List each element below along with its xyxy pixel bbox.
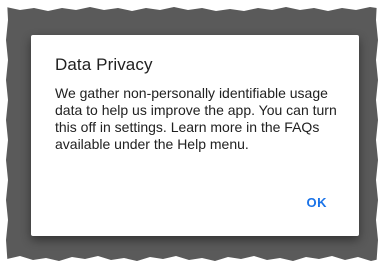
dialog-actions: OK bbox=[299, 189, 336, 216]
screenshot-canvas: Data Privacy We gather non-personally id… bbox=[0, 0, 384, 269]
torn-edge-top bbox=[0, 0, 384, 11]
dialog-title: Data Privacy bbox=[55, 55, 153, 74]
torn-edge-bottom bbox=[0, 256, 384, 269]
torn-edge-left bbox=[0, 0, 8, 269]
torn-edge-right bbox=[376, 0, 384, 269]
dialog-message: We gather non-personally identifiable us… bbox=[55, 85, 337, 152]
privacy-dialog: Data Privacy We gather non-personally id… bbox=[31, 35, 359, 236]
ok-button[interactable]: OK bbox=[299, 189, 336, 216]
